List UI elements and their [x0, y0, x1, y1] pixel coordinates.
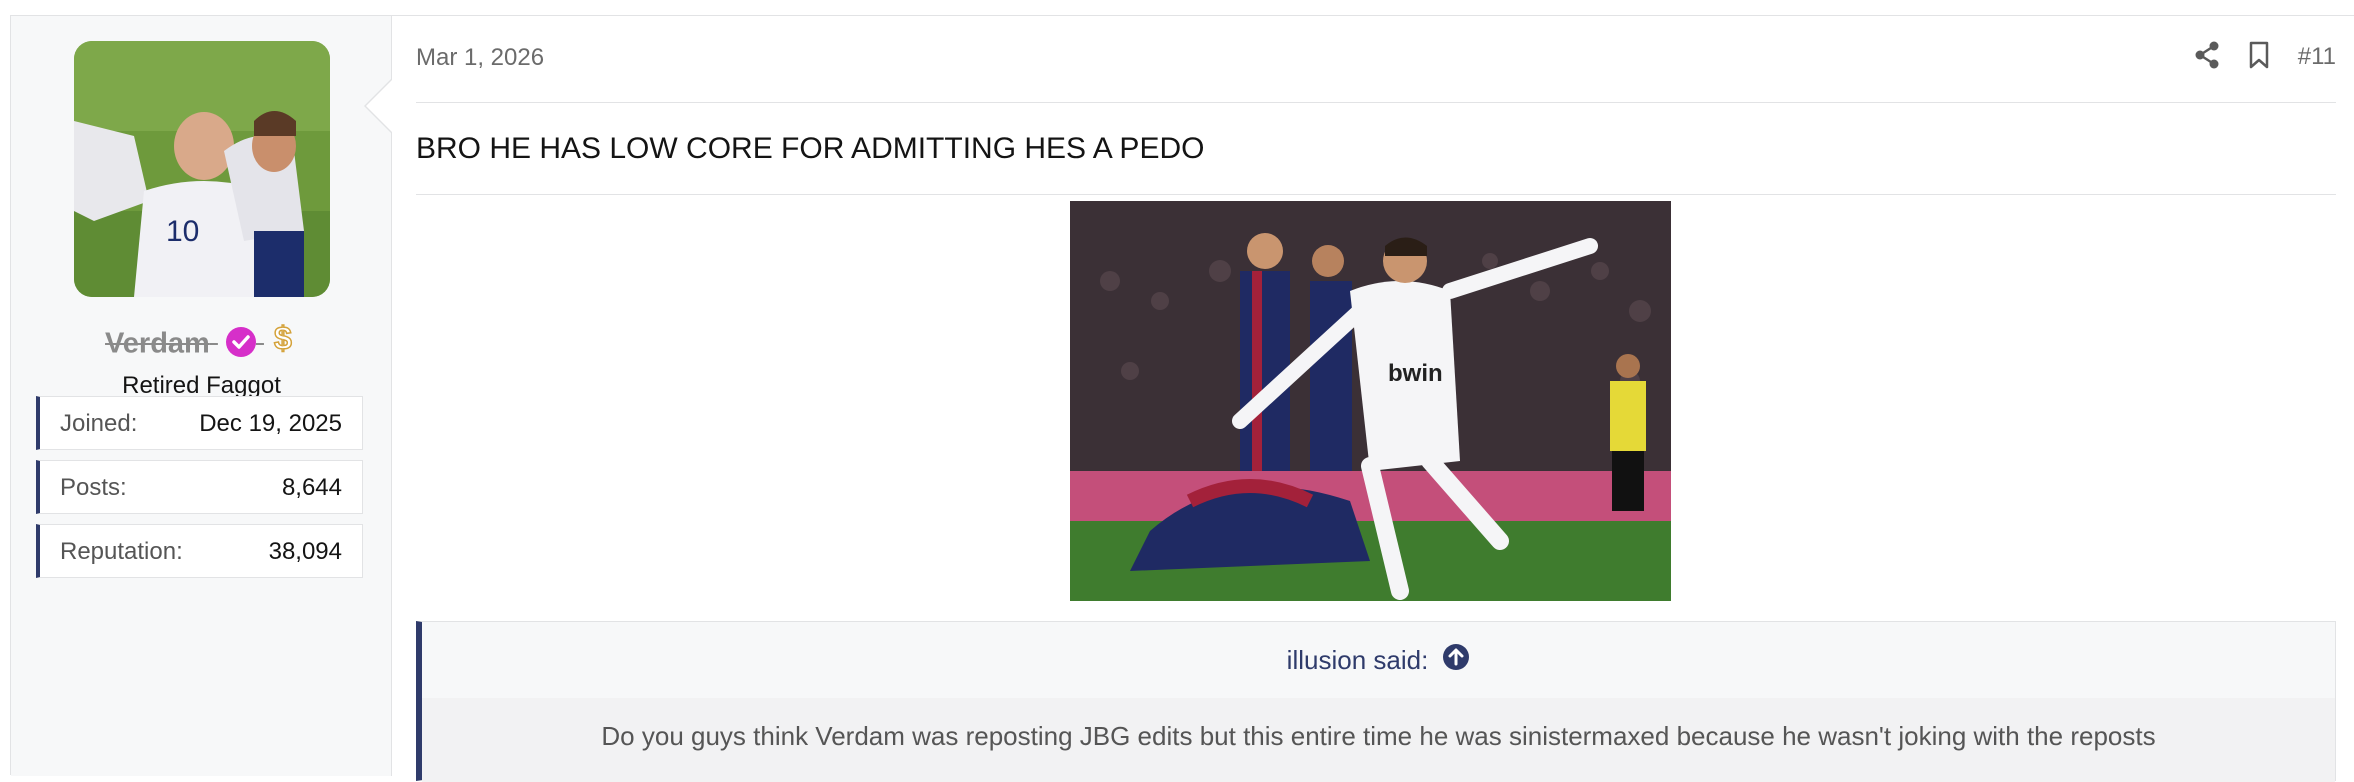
quote-attribution[interactable]: illusion said: [1287, 645, 1429, 676]
svg-text:bwin: bwin [1388, 360, 1443, 387]
svg-text:$: $ [274, 321, 292, 355]
stat-label: Reputation: [60, 538, 183, 565]
dollar-icon: $ [272, 319, 298, 363]
post-container: 10 Verdam $ Retired Faggot Joined: Dec 1… [10, 15, 2354, 782]
avatar-image: 10 [74, 41, 330, 297]
stat-posts: Posts: 8,644 [36, 460, 363, 514]
post-message: BRO HE HAS LOW CORE FOR ADMITTING HES A … [416, 132, 1205, 165]
stat-value: 38,094 [268, 538, 342, 565]
bookmark-icon[interactable] [2248, 41, 2270, 74]
stat-joined: Joined: Dec 19, 2025 [36, 396, 363, 450]
arrow-up-circle-icon[interactable] [1442, 643, 1470, 678]
quote-header[interactable]: illusion said: [422, 622, 2335, 698]
svg-text:10: 10 [166, 215, 199, 248]
verified-check-icon [225, 327, 256, 357]
share-icon[interactable] [2194, 41, 2220, 74]
divider [416, 102, 2336, 103]
sidebar-arrow-fill [366, 79, 393, 133]
post-main: Mar 1, 2026 #11 BRO HE HAS LOW CORE FOR … [416, 16, 2336, 782]
post-user-sidebar: 10 Verdam $ Retired Faggot Joined: Dec 1… [11, 16, 392, 776]
stat-value: 8,644 [281, 474, 342, 501]
avatar[interactable]: 10 [74, 41, 330, 297]
post-date[interactable]: Mar 1, 2026 [416, 44, 544, 72]
post-image[interactable]: bwin [1070, 201, 1671, 601]
quote-block: illusion said: Do you guys think Verdam … [416, 621, 2336, 782]
stat-label: Posts: [60, 474, 127, 501]
username-row: Verdam $ [11, 319, 392, 366]
divider [416, 194, 2336, 195]
quote-text: Do you guys think Verdam was reposting J… [422, 698, 2335, 782]
username[interactable]: Verdam [105, 328, 210, 360]
post-actions: #11 [2194, 41, 2336, 74]
post-number[interactable]: #11 [2298, 43, 2336, 71]
stat-label: Joined: [60, 410, 138, 437]
stat-value: Dec 19, 2025 [199, 410, 342, 437]
stat-reputation: Reputation: 38,094 [36, 524, 363, 578]
